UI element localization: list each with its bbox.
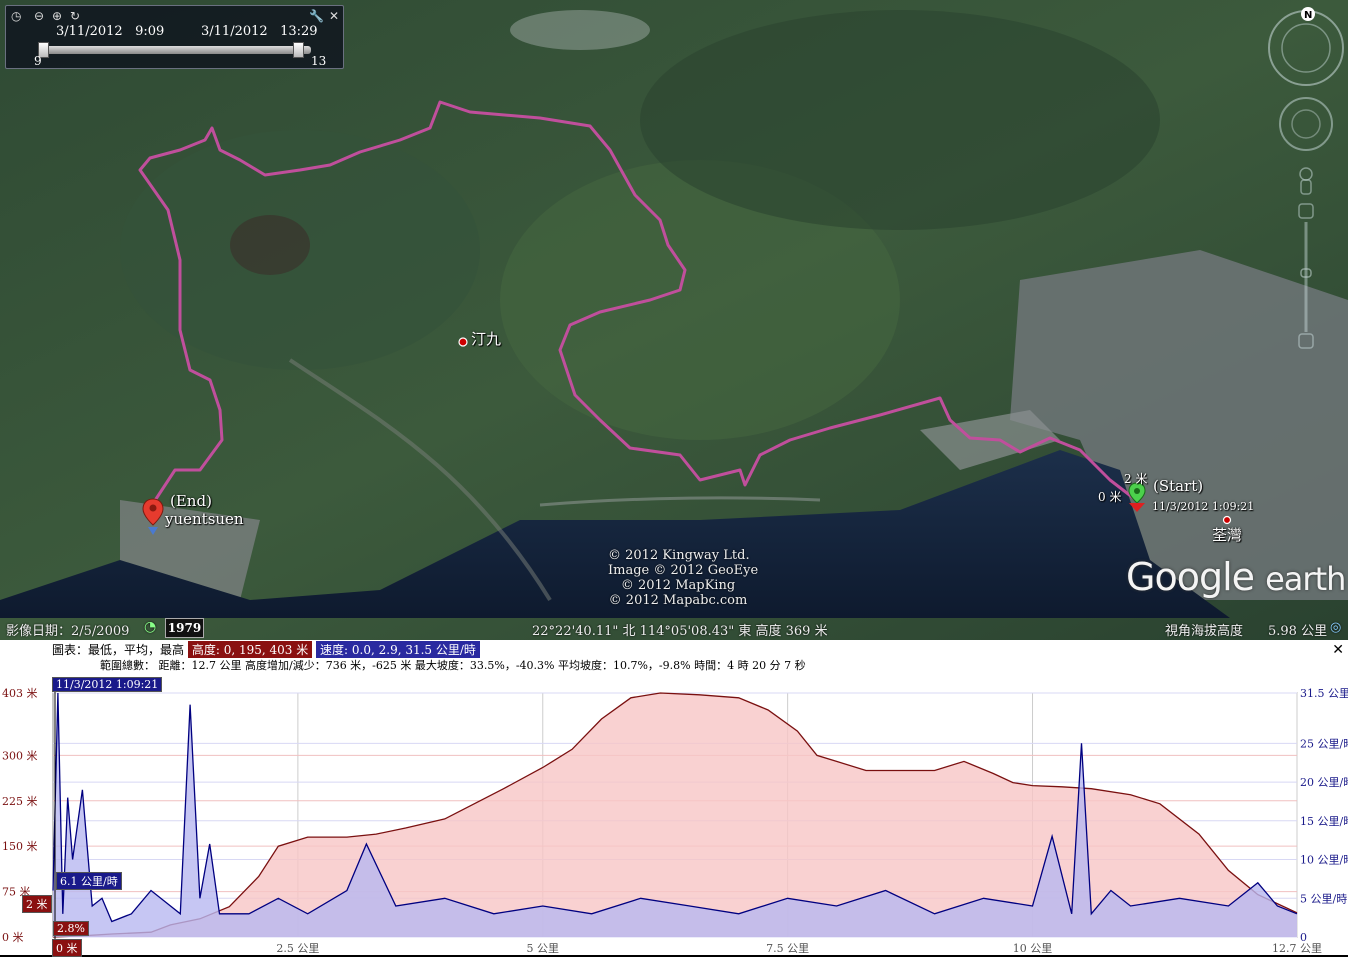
map-view[interactable]: ◷ ⊖ ⊕ ↻ 🔧 ✕ 3/11/2012 9:09 3/11/2012 13:… — [0, 0, 1348, 640]
streaming-icon: ◎ — [1330, 620, 1342, 635]
x-axis: 2.5 公里 5 公里 7.5 公里 10 公里 12.7 公里 — [276, 942, 1322, 955]
start-tick: 9 — [34, 54, 42, 68]
navigation-controls[interactable]: N — [1266, 4, 1346, 364]
time-slider-panel: ◷ ⊖ ⊕ ↻ 🔧 ✕ 3/11/2012 9:09 3/11/2012 13:… — [5, 5, 344, 69]
x-tick-label: 7.5 公里 — [766, 942, 809, 955]
zoom-out-time-icon[interactable]: ⊖ — [34, 9, 44, 23]
start-marker-time: 11/3/2012 1:09:21 — [1152, 500, 1255, 513]
end-marker-name: yuentsuen — [165, 510, 244, 528]
logo-google: Google — [1126, 555, 1255, 599]
imagery-copyright: © 2012 Kingway Ltd. Image © 2012 GeoEye … — [608, 548, 759, 608]
start-zero-label: 0 米 — [1098, 490, 1122, 504]
historical-year-button[interactable]: 1979 — [165, 618, 204, 638]
copyright-line: © 2012 MapKing — [620, 578, 736, 593]
y-left-tick-label: 403 米 — [2, 687, 38, 700]
copyright-line: © 2012 Kingway Ltd. — [608, 548, 750, 563]
x-tick-label: 12.7 公里 — [1272, 942, 1322, 955]
satellite-imagery — [0, 0, 1348, 640]
cursor-slope-tag: 2.8% — [53, 921, 89, 936]
pointer-coordinates: 22°22'40.11" 北 114°05'08.43" 東 高度 369 米 — [532, 624, 828, 639]
y-right-tick-label: 5 公里/時 — [1300, 892, 1347, 905]
imagery-date: 影像日期：2/5/2009 — [6, 624, 130, 639]
speed-badge[interactable]: 速度: 0.0, 2.9, 31.5 公里/時 — [316, 641, 480, 658]
close-time-slider-icon[interactable]: ✕ — [329, 9, 339, 23]
eye-alt-label: 視角海拔高度 — [1165, 624, 1244, 639]
y-right-tick-label: 25 公里/時 — [1300, 737, 1348, 750]
cursor-dist-tag: 0 米 — [52, 939, 82, 957]
cursor-speed-tag: 6.1 公里/時 — [56, 872, 122, 890]
start-height-label: 2 米 — [1124, 472, 1148, 486]
north-icon: N — [1304, 10, 1312, 21]
look-joystick-icon[interactable] — [1268, 10, 1344, 86]
logo-earth: earth — [1265, 560, 1346, 598]
end-marker-title: (End) — [170, 492, 212, 510]
end-marker-pin-icon[interactable] — [142, 497, 164, 537]
y-right-tick-label: 15 公里/時 — [1300, 815, 1348, 828]
y-left-tick-label: 150 米 — [2, 840, 38, 853]
cursor-elev-tag: 2 米 — [22, 895, 52, 913]
cursor-time-tag: 11/3/2012 1:09:21 — [52, 677, 163, 692]
elevation-badge[interactable]: 高度: 0, 195, 403 米 — [187, 641, 313, 658]
y-right-tick-label: 10 公里/時 — [1300, 854, 1348, 867]
wrench-icon[interactable]: 🔧 — [309, 9, 324, 23]
play-icon[interactable]: ↻ — [70, 9, 80, 23]
eye-alt-value: 5.98 公里 — [1268, 624, 1328, 639]
y-axis-right: 31.5 公里/時 25 公里/時 20 公里/時 15 公里/時 10 公里/時 5 公… — [1300, 687, 1348, 944]
time-slider-end-handle[interactable] — [293, 42, 304, 58]
y-left-tick-label: 300 米 — [2, 749, 38, 762]
elevation-profile-panel: 圖表：最低，平均，最高 高度: 0, 195, 403 米 速度: 0.0, 2… — [0, 640, 1348, 957]
copyright-line: Image © 2012 GeoEye — [608, 563, 759, 578]
street-view-icon[interactable] — [1299, 167, 1313, 181]
x-tick-label: 5 公里 — [527, 942, 560, 955]
copyright-line: © 2012 Mapabc.com — [608, 593, 748, 608]
profile-row2-label: 範圍總數： — [100, 659, 155, 672]
y-left-tick-label: 225 米 — [2, 795, 38, 808]
y-right-tick-label: 31.5 公里/時 — [1300, 687, 1348, 700]
y-right-tick-label: 20 公里/時 — [1300, 776, 1348, 789]
x-tick-label: 2.5 公里 — [276, 942, 319, 955]
place-label[interactable]: 汀九 — [471, 328, 501, 349]
time-slider-track[interactable] — [41, 46, 311, 54]
y-left-tick-label: 0 米 — [2, 931, 24, 944]
profile-stats-row: 範圍總數： 距離：12.7 公里 高度增加/減少：736 米，-625 米 最大… — [100, 657, 806, 672]
zoom-in-icon[interactable] — [1298, 203, 1314, 219]
profile-summary-row: 圖表：最低，平均，最高 高度: 0, 195, 403 米 速度: 0.0, 2… — [52, 641, 480, 658]
move-joystick-icon[interactable] — [1279, 97, 1333, 151]
x-tick-label: 10 公里 — [1013, 942, 1053, 955]
start-datetime: 3/11/2012 9:09 — [56, 24, 165, 39]
elevation-speed-chart[interactable]: 403 米300 米225 米150 米75 米0 米 31.5 公里/時25 … — [0, 680, 1348, 955]
historical-imagery-icon[interactable]: ◔ — [144, 619, 156, 635]
end-datetime: 3/11/2012 13:29 — [201, 24, 318, 39]
google-earth-logo: Google earth — [1126, 555, 1346, 599]
end-tick: 13 — [311, 54, 327, 68]
profile-stats: 距離：12.7 公里 高度增加/減少：736 米，-625 米 最大坡度：33.… — [158, 659, 806, 672]
zoom-out-icon[interactable] — [1298, 333, 1314, 349]
start-marker-title: (Start) — [1153, 477, 1204, 495]
profile-row1-label: 圖表：最低，平均，最高 — [52, 643, 185, 657]
zoom-in-time-icon[interactable]: ⊕ — [52, 9, 62, 23]
close-profile-icon[interactable]: ✕ — [1332, 642, 1344, 658]
place-label-2[interactable]: 荃灣 — [1212, 524, 1242, 545]
clock-icon[interactable]: ◷ — [11, 9, 21, 23]
